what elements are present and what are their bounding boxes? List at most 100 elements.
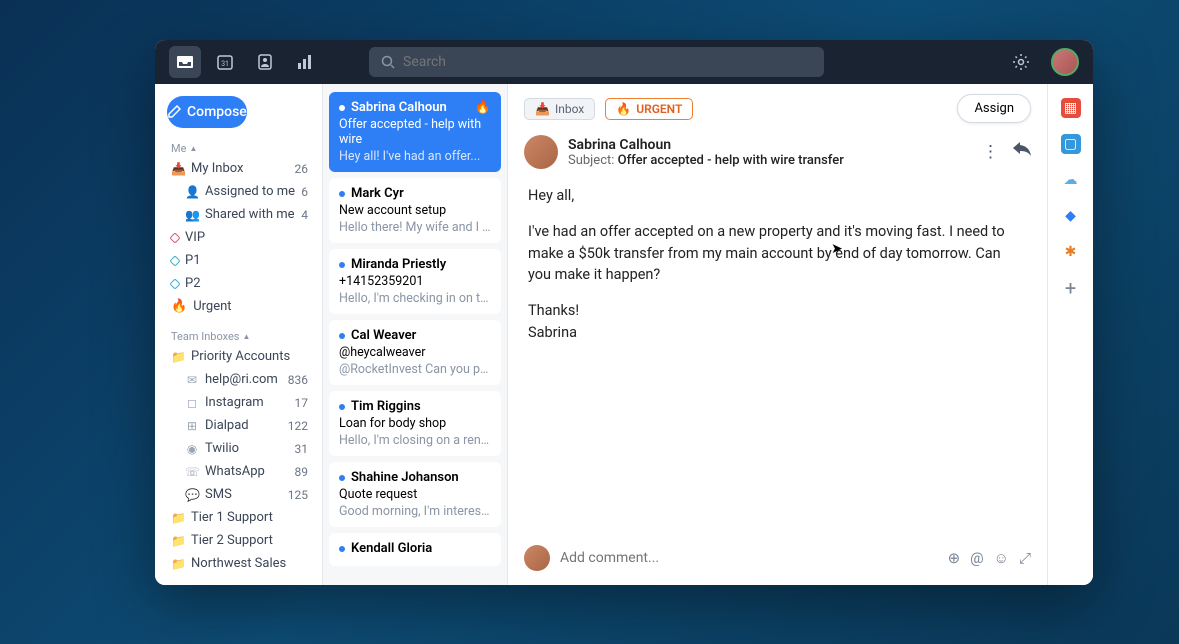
thread-preview: Hello, I'm checking in on the xyxy=(339,291,491,306)
instagram-icon: ◻ xyxy=(185,396,199,410)
rail-contact-icon[interactable]: ▢ xyxy=(1061,134,1081,154)
comment-bar: ⊕ @ ☺ ⤢ xyxy=(508,535,1047,585)
nav-calendar-icon[interactable]: 31 xyxy=(209,46,241,78)
fire-icon: 🔥 xyxy=(616,102,631,116)
thread-subject: @heycalweaver xyxy=(339,345,491,360)
more-icon[interactable]: ⋮ xyxy=(982,142,999,162)
sidebar-northwest[interactable]: 📁Northwest Sales xyxy=(163,552,322,575)
twilio-icon: ◉ xyxy=(185,442,199,456)
unread-dot xyxy=(339,404,345,410)
thread-item[interactable]: Sabrina Calhoun 🔥 Offer accepted - help wi… xyxy=(329,92,501,172)
emoji-icon[interactable]: ☺ xyxy=(994,549,1009,567)
thread-item[interactable]: Mark CyrNew account setupHello there! My… xyxy=(329,178,501,243)
rail-cloud-icon[interactable]: ☁ xyxy=(1061,170,1081,190)
section-me[interactable]: Me ▲ xyxy=(163,138,322,157)
fire-icon: 🔥 xyxy=(171,299,187,314)
sidebar-priority-accounts[interactable]: 📁Priority Accounts xyxy=(163,345,322,368)
svg-text:31: 31 xyxy=(221,60,229,68)
compose-button[interactable]: Compose xyxy=(167,96,247,128)
search-input[interactable] xyxy=(403,54,812,70)
thread-item[interactable]: Shahine JohansonQuote requestGood mornin… xyxy=(329,462,501,527)
rail-calendar-icon[interactable]: ▦ xyxy=(1061,98,1081,118)
thread-item[interactable]: Cal Weaver@heycalweaver@RocketInvest Can… xyxy=(329,320,501,385)
sidebar-tag-vip[interactable]: VIP xyxy=(163,226,322,249)
profile-avatar[interactable] xyxy=(1051,48,1079,76)
reply-icon[interactable] xyxy=(1013,142,1031,162)
thread-sender: Kendall Gloria xyxy=(351,541,432,556)
inbox-icon: 📥 xyxy=(171,162,185,176)
mail-icon: ✉ xyxy=(185,373,199,387)
topbar: 31 xyxy=(155,40,1093,84)
sidebar-channel-instagram[interactable]: ◻Instagram17 xyxy=(163,391,322,414)
thread-item[interactable]: Tim RigginsLoan for body shopHello, I'm … xyxy=(329,391,501,456)
folder-icon: 📁 xyxy=(171,534,185,548)
dialpad-icon: ⊞ xyxy=(185,419,199,433)
sidebar-tier2[interactable]: 📁Tier 2 Support xyxy=(163,529,322,552)
thread-item[interactable]: Miranda Priestly+14152359201Hello, I'm c… xyxy=(329,249,501,314)
whatsapp-icon: ☏ xyxy=(185,465,199,479)
sidebar-my-inbox[interactable]: 📥My Inbox26 xyxy=(163,157,322,180)
sidebar-channel-twilio[interactable]: ◉Twilio31 xyxy=(163,437,322,460)
folder-icon: 📁 xyxy=(171,350,185,364)
mail-body: Hey all, I've had an offer accepted on a… xyxy=(508,177,1047,366)
sidebar-tag-p2[interactable]: P2 xyxy=(163,272,322,295)
sidebar-tag-p1[interactable]: P1 xyxy=(163,249,322,272)
thread-item[interactable]: Kendall Gloria xyxy=(329,533,501,566)
tag-icon xyxy=(169,232,180,243)
urgent-pill[interactable]: 🔥URGENT xyxy=(605,98,693,120)
sidebar-channel-email[interactable]: ✉help@ri.com836 xyxy=(163,368,322,391)
compose-label: Compose xyxy=(187,104,247,120)
sidebar-tier1[interactable]: 📁Tier 1 Support xyxy=(163,506,322,529)
mention-icon[interactable]: @ xyxy=(970,549,983,567)
thread-list: Sabrina Calhoun 🔥 Offer accepted - help wi… xyxy=(323,84,508,585)
unread-dot xyxy=(339,333,345,339)
nav-analytics-icon[interactable] xyxy=(289,46,321,78)
sidebar-channel-dialpad[interactable]: ⊞Dialpad122 xyxy=(163,414,322,437)
fire-icon: 🔥 xyxy=(475,100,491,115)
unread-dot xyxy=(339,475,345,481)
settings-icon[interactable] xyxy=(1005,46,1037,78)
comment-avatar xyxy=(524,545,550,571)
unread-dot xyxy=(339,191,345,197)
sidebar-channel-whatsapp[interactable]: ☏WhatsApp89 xyxy=(163,460,322,483)
rail-hub-icon[interactable]: ✱ xyxy=(1061,242,1081,262)
thread-sender: Mark Cyr xyxy=(351,186,404,201)
add-icon[interactable]: ⊕ xyxy=(948,549,961,567)
tag-icon xyxy=(169,278,180,289)
thread-sender: Shahine Johanson xyxy=(351,470,459,485)
rail-add-icon[interactable]: + xyxy=(1061,278,1081,298)
mail-pane: 📥Inbox 🔥URGENT Assign Sabrina Calhoun Su… xyxy=(508,84,1047,585)
rail-diamond-icon[interactable]: ◆ xyxy=(1061,206,1081,226)
subject-line: Subject: Offer accepted - help with wire… xyxy=(568,153,844,168)
section-team[interactable]: Team Inboxes ▲ xyxy=(163,326,322,345)
comment-input[interactable] xyxy=(560,550,938,566)
sidebar-urgent[interactable]: 🔥Urgent xyxy=(163,295,322,318)
thread-subject: New account setup xyxy=(339,203,491,218)
thread-sender: Cal Weaver xyxy=(351,328,416,343)
nav-contacts-icon[interactable] xyxy=(249,46,281,78)
sender-avatar xyxy=(524,135,558,169)
inbox-icon: 📥 xyxy=(535,102,550,116)
folder-icon: 📁 xyxy=(171,511,185,525)
person-icon: 👤 xyxy=(185,185,199,199)
inbox-pill[interactable]: 📥Inbox xyxy=(524,98,595,120)
unread-dot xyxy=(339,105,345,111)
thread-preview: Hey all! I've had an offer... xyxy=(339,149,491,164)
sidebar-shared[interactable]: 👥Shared with me4 xyxy=(163,203,322,226)
thread-subject: Offer accepted - help with wire xyxy=(339,117,491,147)
app-rail: ▦ ▢ ☁ ◆ ✱ + xyxy=(1047,84,1093,585)
assign-button[interactable]: Assign xyxy=(957,94,1031,123)
unread-dot xyxy=(339,262,345,268)
thread-subject: Quote request xyxy=(339,487,491,502)
sidebar-channel-sms[interactable]: 💬SMS125 xyxy=(163,483,322,506)
tag-icon xyxy=(169,255,180,266)
search-icon xyxy=(381,55,395,69)
unread-dot xyxy=(339,546,345,552)
search-box[interactable] xyxy=(369,47,824,77)
nav-inbox-icon[interactable] xyxy=(169,46,201,78)
thread-sender: Sabrina Calhoun xyxy=(351,100,447,115)
sidebar-assigned[interactable]: 👤Assigned to me6 xyxy=(163,180,322,203)
expand-icon[interactable]: ⤢ xyxy=(1019,549,1031,567)
compose-icon xyxy=(167,105,181,119)
thread-preview: Hello, I'm closing on a rental... xyxy=(339,433,491,448)
